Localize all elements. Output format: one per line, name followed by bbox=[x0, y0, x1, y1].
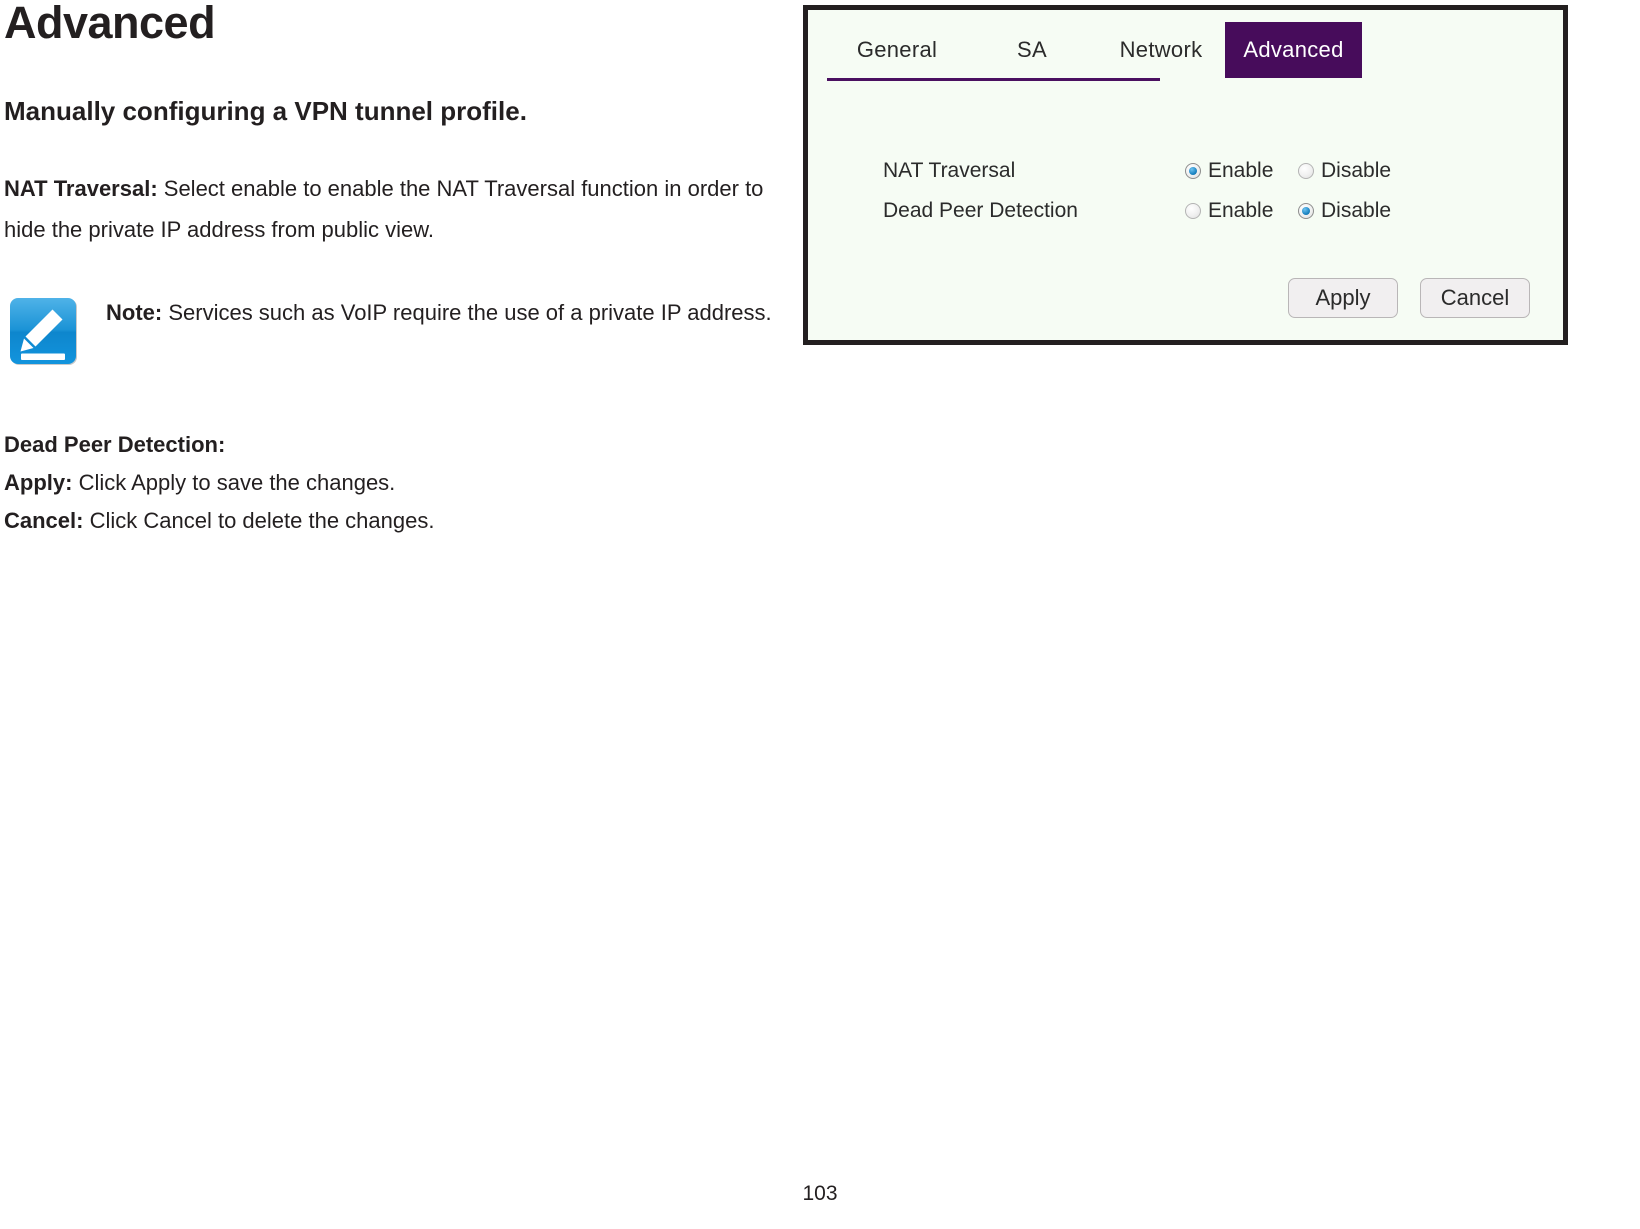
radio-dpd-disable-icon[interactable] bbox=[1298, 203, 1314, 219]
cancel-description: Click Cancel to delete the changes. bbox=[83, 507, 435, 533]
document-column: Advanced Manually configuring a VPN tunn… bbox=[0, 0, 800, 540]
nat-traversal-enable-label: Enable bbox=[1208, 159, 1274, 182]
cancel-button[interactable]: Cancel bbox=[1420, 278, 1530, 318]
advanced-settings-form: NAT Traversal Enable Disable Dead Peer D… bbox=[808, 158, 1563, 238]
page-title: Advanced bbox=[4, 0, 216, 48]
dpd-disable-label: Disable bbox=[1321, 199, 1392, 222]
tab-sa[interactable]: SA bbox=[967, 22, 1097, 78]
tab-bar: General SA Network Advanced bbox=[827, 22, 1539, 78]
nat-traversal-enable-option[interactable]: Enable bbox=[1185, 158, 1273, 184]
radio-nat-enable-icon[interactable] bbox=[1185, 163, 1201, 179]
note-label: Note: bbox=[106, 299, 163, 325]
note-body: Services such as VoIP require the use of… bbox=[162, 299, 772, 325]
dpd-disable-option[interactable]: Disable bbox=[1298, 198, 1391, 224]
dpd-enable-option[interactable]: Enable bbox=[1185, 198, 1273, 224]
apply-button[interactable]: Apply bbox=[1288, 278, 1398, 318]
cancel-label: Cancel: bbox=[4, 507, 84, 533]
apply-description: Click Apply to save the changes. bbox=[72, 469, 396, 495]
form-row-nat-traversal: NAT Traversal Enable Disable bbox=[808, 158, 1563, 198]
dead-peer-detection-block: Dead Peer Detection: Apply: Click Apply … bbox=[4, 368, 790, 540]
tab-bar-underline bbox=[827, 78, 1160, 81]
tab-network[interactable]: Network bbox=[1097, 22, 1225, 78]
cancel-description-line: Cancel: Click Cancel to delete the chang… bbox=[4, 502, 790, 540]
note-pencil-icon bbox=[8, 296, 80, 368]
form-button-row: Apply Cancel bbox=[808, 278, 1563, 318]
apply-label: Apply: bbox=[4, 469, 73, 495]
section-subheading: Manually configuring a VPN tunnel profil… bbox=[4, 96, 527, 126]
nat-traversal-label: NAT Traversal: bbox=[4, 175, 158, 201]
nat-traversal-paragraph: NAT Traversal: Select enable to enable t… bbox=[4, 126, 790, 250]
apply-description-line: Apply: Click Apply to save the changes. bbox=[4, 464, 790, 502]
page-number: 103 bbox=[802, 1182, 838, 1205]
tab-advanced[interactable]: Advanced bbox=[1225, 22, 1362, 78]
dead-peer-detection-field-label: Dead Peer Detection bbox=[883, 199, 1078, 222]
dead-peer-detection-title: Dead Peer Detection: bbox=[4, 431, 226, 457]
nat-traversal-disable-option[interactable]: Disable bbox=[1298, 158, 1391, 184]
dpd-enable-label: Enable bbox=[1208, 199, 1274, 222]
note-block: Note: Services such as VoIP require the … bbox=[4, 250, 790, 368]
form-row-dead-peer-detection: Dead Peer Detection Enable Disable bbox=[808, 198, 1563, 238]
nat-traversal-disable-label: Disable bbox=[1321, 159, 1392, 182]
router-ui-screenshot: General SA Network Advanced NAT Traversa… bbox=[803, 5, 1568, 345]
note-text: Note: Services such as VoIP require the … bbox=[80, 292, 772, 333]
radio-nat-disable-icon[interactable] bbox=[1298, 163, 1314, 179]
tab-general[interactable]: General bbox=[827, 22, 967, 78]
nat-traversal-field-label: NAT Traversal bbox=[883, 159, 1016, 182]
radio-dpd-enable-icon[interactable] bbox=[1185, 203, 1201, 219]
